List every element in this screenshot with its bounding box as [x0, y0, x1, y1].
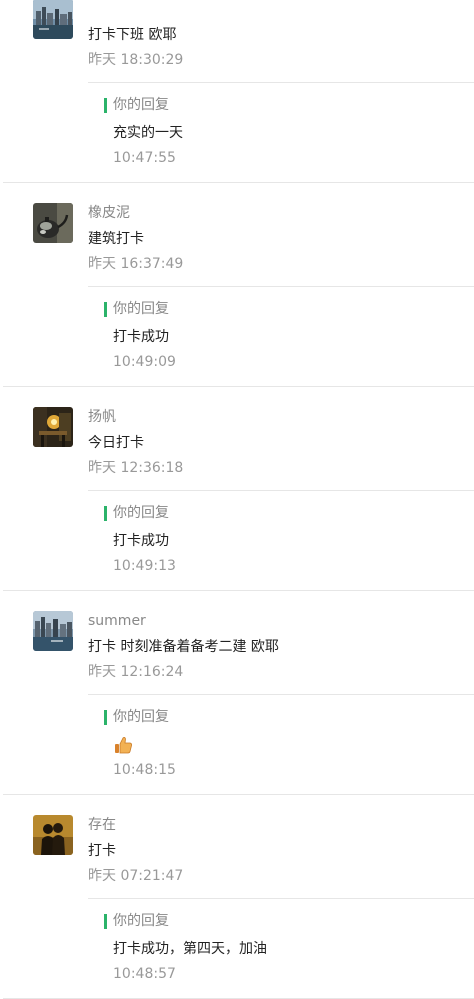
harbor-city-avatar-icon [33, 611, 73, 651]
reply-divider [88, 82, 474, 83]
avatar[interactable] [33, 611, 73, 651]
message-item: 存在 打卡 昨天 07:21:47 你的回复 打卡成功，第四天，加油 10:48… [3, 795, 474, 999]
reply-divider [88, 286, 474, 287]
sender-name[interactable]: 橡皮泥 [88, 203, 130, 223]
reply-text: 打卡成功 [113, 533, 169, 549]
sender-name[interactable]: 扬帆 [88, 407, 116, 427]
reply-time: 10:48:57 [113, 966, 176, 982]
reply-text: 打卡成功，第四天，加油 [113, 941, 267, 957]
message-item: summer 打卡 时刻准备着备考二建 欧耶 昨天 12:16:24 你的回复 … [3, 591, 474, 795]
message-item: 打卡下班 欧耶 昨天 18:30:29 你的回复 充实的一天 10:47:55 [3, 0, 474, 183]
reply-label: 你的回复 [104, 98, 169, 113]
avatar[interactable] [33, 203, 73, 243]
message-item: 橡皮泥 建筑打卡 昨天 16:37:49 你的回复 打卡成功 10:49:09 [3, 183, 474, 387]
message-content: 打卡 时刻准备着备考二建 欧耶 [88, 639, 279, 655]
reply-time: 10:49:09 [113, 354, 176, 370]
message-item: 扬帆 今日打卡 昨天 12:36:18 你的回复 打卡成功 10:49:13 [3, 387, 474, 591]
cafe-night-avatar-icon [33, 407, 73, 447]
avatar[interactable] [33, 407, 73, 447]
reply-divider [88, 490, 474, 491]
message-time: 昨天 07:21:47 [88, 868, 184, 884]
message-content: 打卡下班 欧耶 [88, 27, 177, 43]
sender-name[interactable]: 存在 [88, 815, 116, 835]
message-feed: 打卡下班 欧耶 昨天 18:30:29 你的回复 充实的一天 10:47:55 … [0, 0, 474, 999]
reply-text: 打卡成功 [113, 329, 169, 345]
avatar[interactable] [33, 815, 73, 855]
reply-label: 你的回复 [104, 914, 169, 929]
reply-label: 你的回复 [104, 710, 169, 725]
teapot-avatar-icon [33, 203, 73, 243]
reply-divider [88, 898, 474, 899]
message-content: 今日打卡 [88, 435, 144, 451]
reply-text: 充实的一天 [113, 125, 183, 141]
reply-label: 你的回复 [104, 302, 169, 317]
message-time: 昨天 12:36:18 [88, 460, 184, 476]
reply-label: 你的回复 [104, 506, 169, 521]
avatar[interactable] [33, 0, 73, 39]
reply-time: 10:47:55 [113, 150, 176, 166]
message-time: 昨天 12:16:24 [88, 664, 184, 680]
reply-time: 10:49:13 [113, 558, 176, 574]
thumbs-up-icon [113, 735, 133, 755]
sender-name[interactable]: summer [88, 611, 146, 631]
message-time: 昨天 18:30:29 [88, 52, 184, 68]
reply-divider [88, 694, 474, 695]
reply-time: 10:48:15 [113, 762, 176, 778]
harbor-city-avatar-icon [33, 0, 73, 39]
couple-silhouette-avatar-icon [33, 815, 73, 855]
message-time: 昨天 16:37:49 [88, 256, 184, 272]
message-content: 建筑打卡 [88, 231, 144, 247]
message-content: 打卡 [88, 843, 116, 859]
